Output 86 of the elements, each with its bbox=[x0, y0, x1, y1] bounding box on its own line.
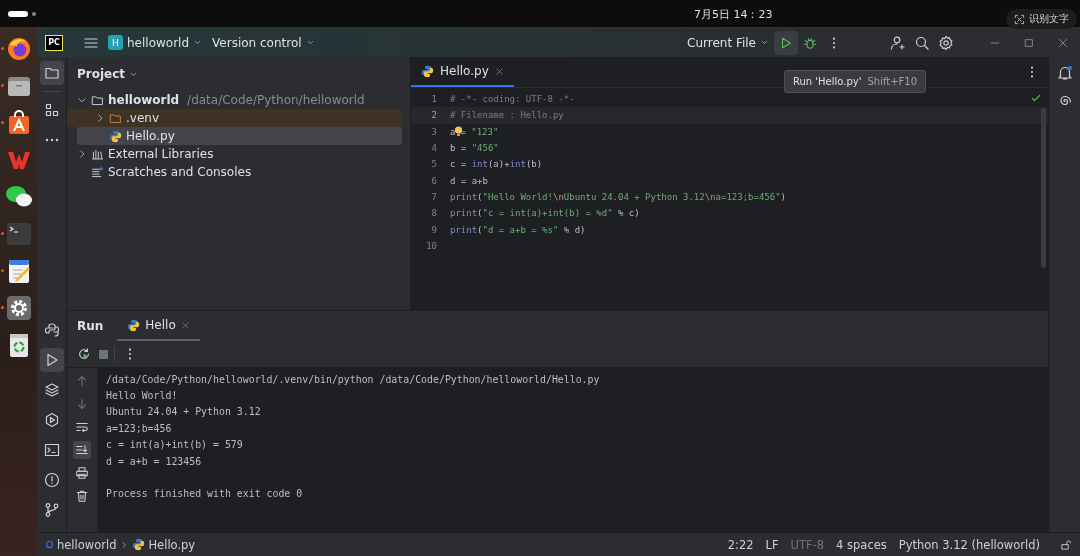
tree-item-label[interactable]: Scratches and Consoles bbox=[108, 165, 252, 179]
folder-icon bbox=[91, 93, 104, 107]
line-number: 9 bbox=[430, 224, 438, 235]
status-item[interactable]: 2:22 bbox=[723, 537, 758, 552]
console-output-line: /data/Code/Python/helloworld/.venv/bin/python /data/Code/Python/helloworld/Hello.py bbox=[106, 372, 601, 387]
tree-item[interactable]: Hello.py bbox=[77, 127, 402, 145]
app-logo[interactable]: PC bbox=[45, 34, 63, 51]
close-icon bbox=[1057, 36, 1069, 49]
line-number: 1 bbox=[430, 94, 438, 105]
console-output-line: d = a+b = 123456 bbox=[106, 454, 203, 469]
python-icon bbox=[421, 64, 434, 78]
terminal-icon[interactable] bbox=[5, 221, 32, 247]
check-icon bbox=[1030, 92, 1042, 104]
python-icon bbox=[127, 318, 141, 332]
gear-icon[interactable] bbox=[5, 295, 32, 321]
breadcrumb[interactable]: helloworld bbox=[45, 537, 117, 552]
code-line: # Filename : Hello.py bbox=[450, 110, 564, 121]
code-line: b = "456" bbox=[450, 143, 499, 154]
code-line: print("Hello World!\nUbuntu 24.04 + Python 3.12\na=123;b=456") bbox=[450, 191, 786, 202]
version-control-button[interactable]: Version control bbox=[207, 32, 320, 53]
tree-item-label[interactable]: External Libraries bbox=[108, 147, 214, 161]
line-number: 8 bbox=[430, 208, 438, 219]
editor-tab[interactable]: Hello.py bbox=[411, 57, 514, 87]
code-line: d = a+b bbox=[450, 175, 488, 186]
lock-icon[interactable] bbox=[1060, 538, 1072, 551]
separator-icon bbox=[120, 540, 129, 549]
close-icon[interactable] bbox=[180, 320, 190, 330]
caret-icon bbox=[193, 38, 203, 47]
bug-icon bbox=[803, 35, 817, 50]
line-number: 6 bbox=[430, 175, 438, 186]
panel-title[interactable]: Project bbox=[77, 67, 126, 81]
stop-button[interactable] bbox=[99, 349, 108, 359]
ocr-button[interactable]: 识别文字 bbox=[1006, 9, 1077, 29]
console-output-line: Hello World! bbox=[106, 389, 179, 404]
text-scan-icon bbox=[1014, 13, 1025, 25]
module-path: /data/Code/Python/helloworld bbox=[187, 93, 365, 107]
rerun-icon bbox=[77, 347, 91, 361]
caret-icon bbox=[760, 38, 769, 47]
close-icon[interactable] bbox=[494, 66, 504, 76]
code-line: a = "123" bbox=[450, 126, 499, 138]
python-icon bbox=[109, 129, 122, 143]
tree-item-label[interactable]: helloworld bbox=[108, 93, 180, 107]
console-output-line: Ubuntu 24.04 + Python 3.12 bbox=[106, 405, 262, 420]
line-number: 2 bbox=[430, 110, 438, 121]
line-number: 3 bbox=[430, 126, 438, 137]
console-output-line: a=123;b=456 bbox=[106, 421, 173, 436]
caret-icon bbox=[305, 38, 315, 47]
clock[interactable]: 7月5日 14：23 bbox=[694, 7, 773, 22]
run-icon bbox=[779, 35, 793, 50]
code-line: print("c = int(a)+int(b) = %d" % c) bbox=[450, 208, 640, 219]
lightbulb-icon[interactable] bbox=[454, 126, 464, 138]
tree-item-label[interactable]: .venv bbox=[126, 111, 159, 125]
workspace-indicator[interactable] bbox=[8, 10, 28, 17]
run-button[interactable] bbox=[774, 30, 798, 55]
project-button[interactable]: H helloworld bbox=[103, 32, 208, 53]
scratches-icon bbox=[91, 165, 104, 179]
line-number: 10 bbox=[425, 240, 438, 251]
maximize-icon bbox=[1023, 36, 1035, 49]
python-icon bbox=[132, 538, 146, 551]
status-item[interactable]: 4 spaces bbox=[832, 537, 891, 552]
add-user-icon bbox=[890, 34, 906, 51]
status-item[interactable]: Python 3.12 (helloworld) bbox=[894, 537, 1044, 552]
tooltip-action: Run 'Hello.py' bbox=[793, 76, 862, 87]
settings-icon bbox=[938, 34, 954, 51]
module-icon bbox=[45, 540, 54, 549]
run-configuration-button[interactable]: Current File bbox=[682, 32, 774, 53]
shortcut-hint: Shift+F10 bbox=[867, 76, 918, 87]
line-number: 4 bbox=[430, 143, 438, 154]
code-line: print("d = a+b = %s" % d) bbox=[450, 224, 586, 235]
search-icon bbox=[914, 34, 930, 51]
status-item[interactable]: LF bbox=[761, 537, 783, 552]
breadcrumb[interactable]: Hello.py bbox=[132, 537, 196, 552]
folder-icon bbox=[109, 111, 122, 125]
panel-title: Run bbox=[77, 319, 104, 333]
run-tab[interactable]: Hello bbox=[117, 311, 200, 341]
code-line: # -*- coding: UTF-8 -*- bbox=[450, 94, 575, 105]
line-number: 7 bbox=[430, 191, 438, 202]
notifications-icon[interactable] bbox=[1056, 65, 1073, 81]
line-number: 5 bbox=[430, 159, 438, 170]
console-status-line: Process finished with exit code 0 bbox=[106, 487, 304, 502]
console-output-line: c = int(a)+int(b) = 579 bbox=[106, 438, 244, 453]
library-icon bbox=[91, 147, 104, 161]
globe-icon[interactable] bbox=[5, 36, 32, 62]
tree-item-label[interactable]: Hello.py bbox=[126, 129, 175, 143]
scrollbar[interactable] bbox=[1041, 108, 1046, 268]
code-line: c = int(a)+int(b) bbox=[450, 159, 543, 170]
